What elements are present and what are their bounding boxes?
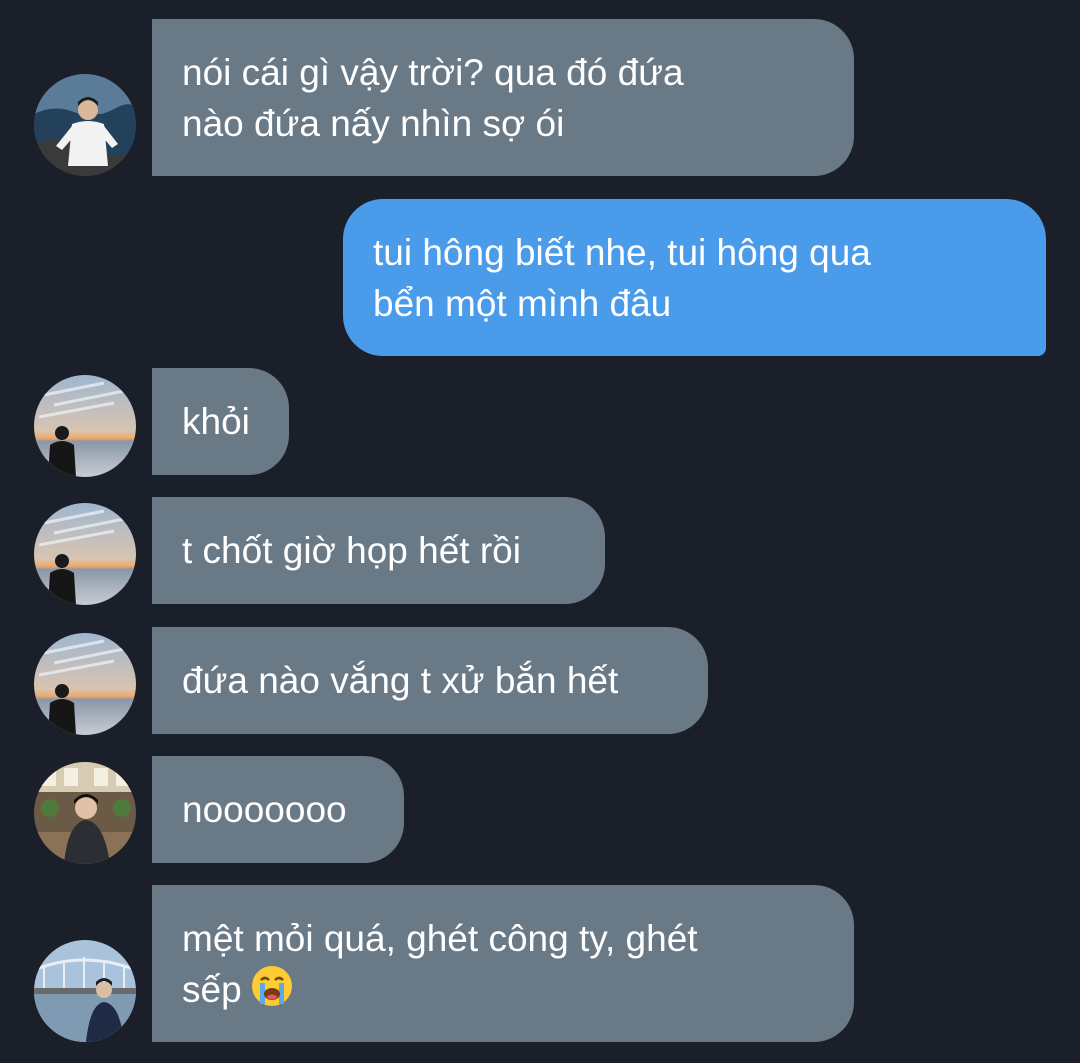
message-line: sếp: [182, 964, 824, 1021]
avatar-boy-rocks-image: [34, 74, 136, 176]
message-text: nooooooo: [182, 789, 347, 830]
avatar-sunset-image: [34, 633, 136, 735]
avatar-cafe-image: [34, 762, 136, 864]
avatar[interactable]: [34, 74, 136, 176]
message-text: đứa nào vắng t xử bắn hết: [182, 660, 619, 701]
message-text: khỏi: [182, 401, 250, 442]
message-bubble[interactable]: khỏi: [152, 368, 289, 475]
avatar[interactable]: [34, 503, 136, 605]
message-bubble[interactable]: đứa nào vắng t xử bắn hết: [152, 627, 708, 734]
message-bubble[interactable]: t chốt giờ họp hết rồi: [152, 497, 605, 604]
message-bubble-outgoing[interactable]: tui hông biết nhe, tui hông qua bển một …: [343, 199, 1046, 356]
message-text: tui hông biết nhe, tui hông qua: [373, 232, 871, 273]
message-text: bển một mình đâu: [373, 283, 672, 324]
message-text: nào đứa nấy nhìn sợ ói: [182, 103, 565, 144]
avatar[interactable]: [34, 375, 136, 477]
message-bubble[interactable]: nói cái gì vậy trời? qua đó đứa nào đứa …: [152, 19, 854, 176]
avatar[interactable]: [34, 762, 136, 864]
message-text: nói cái gì vậy trời? qua đó đứa: [182, 52, 684, 93]
loudly-crying-face-icon: [250, 964, 294, 1021]
message-text: t chốt giờ họp hết rồi: [182, 530, 521, 571]
chat-thread: nói cái gì vậy trời? qua đó đứa nào đứa …: [0, 0, 1080, 1063]
message-bubble[interactable]: nooooooo: [152, 756, 404, 863]
message-bubble[interactable]: mệt mỏi quá, ghét công ty, ghét sếp: [152, 885, 854, 1042]
avatar-sunset-image: [34, 503, 136, 605]
avatar-bridge-image: [34, 940, 136, 1042]
message-text: sếp: [182, 969, 242, 1010]
avatar-sunset-image: [34, 375, 136, 477]
avatar[interactable]: [34, 633, 136, 735]
avatar[interactable]: [34, 940, 136, 1042]
message-text: mệt mỏi quá, ghét công ty, ghét: [182, 918, 698, 959]
